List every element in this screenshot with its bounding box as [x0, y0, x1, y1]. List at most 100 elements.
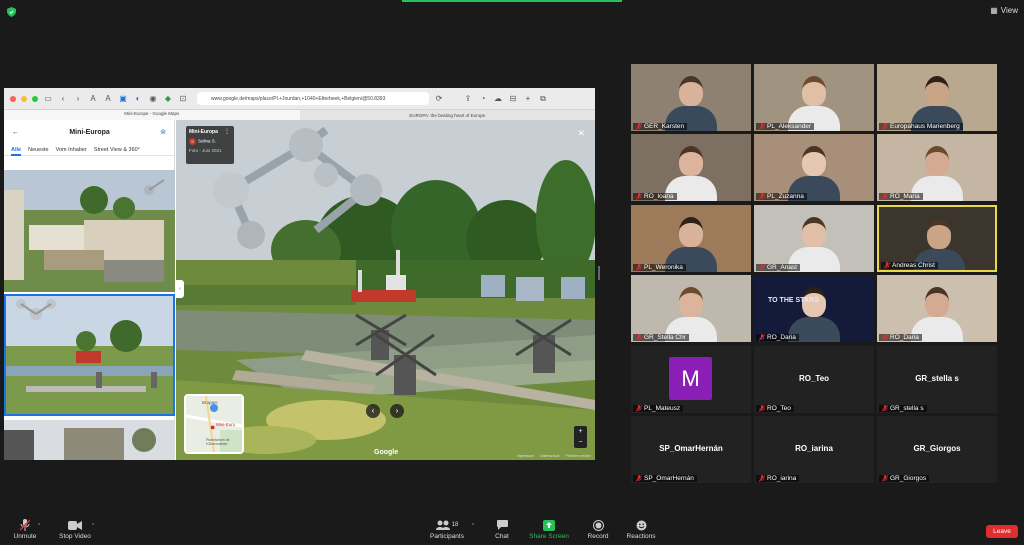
view-button[interactable]: ▦ View [990, 6, 1018, 15]
participant-video-head [802, 217, 826, 247]
participant-name: PL_Aleksander [767, 123, 812, 130]
participants-button[interactable]: 18 Participants [428, 519, 466, 540]
participant-tile[interactable]: PL_Weronika [631, 205, 751, 272]
photo-thumbnail[interactable] [4, 420, 175, 460]
participant-video-head [679, 217, 703, 247]
close-icon[interactable]: ✕ [577, 128, 585, 139]
text-size-large-icon[interactable]: A [103, 94, 113, 103]
participant-tile[interactable]: PL_Aleksander [754, 64, 874, 131]
participant-display-name: SP_OmarHernán [659, 444, 723, 453]
next-photo-button[interactable]: › [390, 404, 404, 418]
participant-tile[interactable]: GR_Giorgos GR_Giorgos [877, 416, 997, 483]
maximize-dot[interactable] [32, 95, 38, 102]
video-options-caret-icon[interactable]: ^ [92, 523, 94, 529]
participant-tile[interactable]: RO_iarina RO_iarina [754, 416, 874, 483]
participants-count: 18 [451, 522, 459, 528]
forward-icon[interactable]: › [73, 94, 83, 103]
tabs-overview-icon[interactable]: ⧉ [538, 94, 548, 104]
chat-button[interactable]: Chat [490, 519, 514, 540]
participant-tile[interactable]: Europahaus Marienberg [877, 64, 997, 131]
browser-tab[interactable]: EUROPA: the beating heart of Europe [300, 112, 596, 118]
participant-video-head [927, 219, 951, 249]
reactions-button[interactable]: Reactions [624, 519, 658, 540]
street-view-image[interactable]: Mini-Europa S Selina S. Foto - Juni 2021 … [176, 120, 595, 460]
photo-thumbnail-selected[interactable] [4, 294, 175, 416]
share-icon[interactable]: ⇪ [463, 94, 473, 103]
map-label: Mini-Euro [216, 422, 236, 427]
unmute-button[interactable]: Unmute [8, 519, 42, 540]
participant-tile[interactable]: Andreas Christ [877, 205, 997, 272]
participant-tile[interactable]: RO_Daria [877, 275, 997, 342]
evernote-icon[interactable]: ◆ [163, 94, 173, 103]
shield-ext-icon[interactable]: ◉ [148, 94, 158, 103]
participant-video-head [679, 146, 703, 176]
participant-video-head [679, 76, 703, 106]
participant-tile[interactable]: TO THE STARS RO_Daria [754, 275, 874, 342]
muted-microphone-icon [884, 262, 890, 269]
text-size-icon[interactable]: A [88, 94, 98, 103]
split-view-handle[interactable] [598, 266, 600, 280]
photo-thumbnail[interactable] [4, 170, 175, 292]
participant-tile[interactable]: GR_stella s GR_stella s [877, 346, 997, 413]
zoom-control[interactable]: + − [574, 426, 587, 448]
address-bar[interactable]: www.google.de/maps/place/Pl.+Jourdan,+10… [197, 92, 429, 105]
close-dot[interactable] [10, 95, 16, 102]
participants-options-caret-icon[interactable]: ^ [472, 523, 474, 529]
extension-icon[interactable]: ▣ [118, 94, 128, 103]
tab-all[interactable]: Alle [11, 144, 22, 156]
share-screen-button[interactable]: Share Screen [528, 519, 570, 540]
record-icon [592, 519, 604, 531]
zoom-in-icon[interactable]: + [574, 426, 587, 437]
author-avatar: S [189, 138, 196, 145]
new-tab-icon[interactable]: + [523, 94, 533, 103]
download-icon[interactable]: ⊟ [508, 94, 518, 103]
tab-newest[interactable]: Neueste [28, 147, 49, 153]
participant-tile[interactable]: SP_OmarHernán SP_OmarHernán [631, 416, 751, 483]
participant-tile[interactable]: PL_Zuzanna [754, 134, 874, 201]
reading-list-icon[interactable]: ◔ [478, 94, 488, 103]
muted-microphone-icon [759, 123, 765, 130]
participant-tile[interactable]: GR_Stella Chr [631, 275, 751, 342]
participant-name: GR_Giorgos [890, 475, 927, 482]
reload-icon[interactable]: ⟳ [434, 94, 444, 103]
record-button[interactable]: Record [584, 519, 612, 540]
muted-microphone-icon [882, 123, 888, 130]
participant-tile[interactable]: M PL_Mateusz [631, 346, 751, 413]
privacy-icon[interactable]: ◐ [133, 94, 143, 103]
participant-tile[interactable]: GR_Anast [754, 205, 874, 272]
muted-microphone-icon [759, 264, 765, 271]
leave-button[interactable]: Leave [986, 525, 1018, 538]
more-options-icon[interactable]: ⋮ [224, 128, 230, 135]
footer-link[interactable]: Impressum [517, 454, 534, 458]
shared-screen[interactable]: ▭ ‹ › A A ▣ ◐ ◉ ◆ ⊡ www.google.de/maps/p… [4, 88, 595, 460]
participant-display-name: GR_Giorgos [913, 444, 961, 453]
tab-street-view[interactable]: Street View & 360° [94, 147, 140, 153]
participant-tile[interactable]: RO_Teo RO_Teo [754, 346, 874, 413]
audio-options-caret-icon[interactable]: ^ [38, 523, 40, 529]
tab-owner[interactable]: Vom Inhaber [56, 147, 87, 153]
participant-tile[interactable]: GER_Karsten [631, 64, 751, 131]
previous-photo-button[interactable]: ‹ [366, 404, 380, 418]
participant-name-tag: PL_Zuzanna [756, 193, 807, 200]
browser-tab[interactable]: Mini-Europe - Google Maps [4, 110, 300, 120]
footer-link[interactable]: Datenschutz [540, 454, 559, 458]
cloud-icon[interactable]: ☁ [493, 94, 503, 103]
participant-tile[interactable]: RO_Maria [877, 134, 997, 201]
back-icon[interactable]: ‹ [58, 94, 68, 103]
stop-video-button[interactable]: Stop Video [55, 519, 95, 540]
zoom-out-icon[interactable]: − [574, 437, 587, 448]
footer-link[interactable]: Problem melden [566, 454, 591, 458]
camera-icon[interactable]: ⊚ [160, 128, 166, 136]
muted-microphone-icon [759, 193, 765, 200]
participant-name: GR_stella s [890, 405, 924, 412]
sidebar-icon[interactable]: ▭ [43, 94, 53, 103]
chat-label: Chat [495, 533, 509, 540]
participant-avatar: M [669, 357, 712, 400]
back-arrow-icon[interactable]: ← [12, 129, 19, 136]
shield-icon[interactable] [7, 7, 16, 17]
mini-map[interactable]: Bruparc ● Mini-Euro Planetarium de l'Obs… [184, 394, 244, 454]
minimize-dot[interactable] [21, 95, 27, 102]
participant-tile[interactable]: RO_Ioana [631, 134, 751, 201]
muted-microphone-icon [759, 405, 765, 412]
collapse-panel-button[interactable]: ‹ [176, 280, 184, 298]
